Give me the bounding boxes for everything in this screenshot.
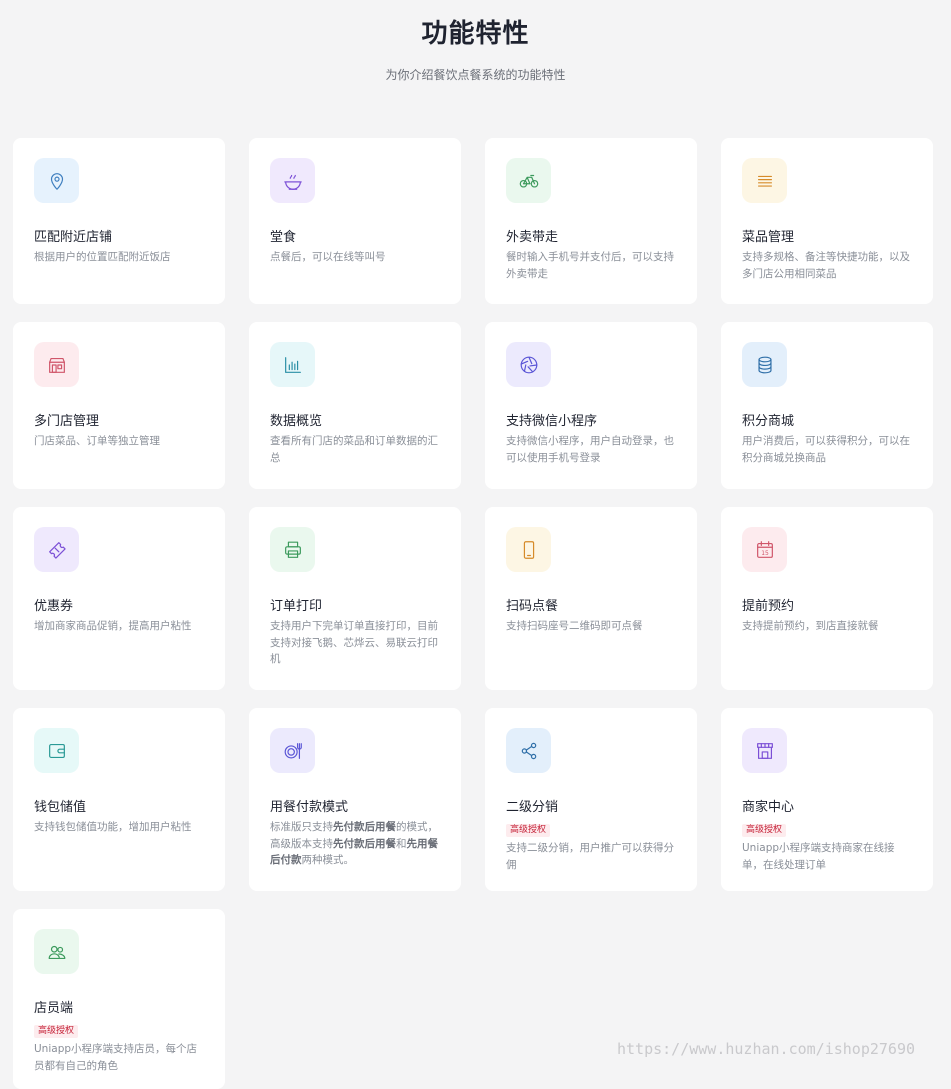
feature-desc: 支持扫码座号二维码即可点餐 [506,620,643,632]
feature-card-staff-app[interactable]: 店员端 高级授权 Uniapp小程序端支持店员，每个店员都有自己的角色 [13,909,225,1089]
feature-title: 订单打印 [270,599,323,614]
aperture-icon [506,342,551,387]
feature-card-coupon[interactable]: 优惠券 增加商家商品促销，提高用户粘性 [13,507,225,690]
feature-title: 堂食 [270,230,297,245]
storefront-icon [34,342,79,387]
feature-title: 二级分销 [506,800,559,815]
shop-icon [742,728,787,773]
desc-text: 两种模式。 [301,854,355,866]
feature-title: 用餐付款模式 [270,800,349,815]
feature-card-takeaway[interactable]: 外卖带走 餐时输入手机号并支付后，可以支持外卖带走 [485,138,697,304]
feature-title: 积分商城 [742,414,795,429]
feature-card-merchant-center[interactable]: 商家中心 高级授权 Uniapp小程序端支持商家在线接单，在线处理订单 [721,708,933,891]
dining-icon [270,728,315,773]
feature-card-dish-management[interactable]: 菜品管理 支持多规格、备注等快捷功能，以及多门店公用相同菜品 [721,138,933,304]
bar-chart-icon [270,342,315,387]
feature-title: 提前预约 [742,599,795,614]
feature-desc: 支持二级分销，用户推广可以获得分佣 [506,842,674,871]
page-subtitle: 为你介绍餐饮点餐系统的功能特性 [385,68,566,82]
food-bowl-icon [270,158,315,203]
feature-title: 店员端 [34,1001,74,1016]
feature-title: 菜品管理 [742,230,795,245]
feature-card-dine-in[interactable]: 堂食 点餐后，可以在线等叫号 [249,138,461,304]
printer-icon [270,527,315,572]
ticket-icon [34,527,79,572]
desc-highlight: 先付款后用餐 [333,837,396,850]
feature-card-scan-order[interactable]: 扫码点餐 支持扫码座号二维码即可点餐 [485,507,697,690]
feature-desc: 标准版只支持先付款后用餐的模式，高级版本支持先付款后用餐和先用餐后付款两种模式。 [270,819,441,869]
feature-desc: 点餐后，可以在线等叫号 [270,251,386,263]
watermark: https://www.huzhan.com/ishop27690 [616,1040,915,1058]
feature-title: 外卖带走 [506,230,559,245]
feature-card-data-overview[interactable]: 数据概览 查看所有门店的菜品和订单数据的汇总 [249,322,461,489]
feature-desc: 支持提前预约，到店直接就餐 [742,620,879,632]
premium-badge: 高级授权 [34,1025,79,1038]
share-icon [506,728,551,773]
feature-card-reservation[interactable]: 15 提前预约 支持提前预约，到店直接就餐 [721,507,933,690]
feature-title: 匹配附近店铺 [34,230,113,245]
bicycle-icon [506,158,551,203]
feature-desc: 支持用户下完单订单直接打印，目前支持对接飞鹅、芯烨云、易联云打印机 [270,620,438,665]
feature-title: 支持微信小程序 [506,414,598,429]
feature-desc: 门店菜品、订单等独立管理 [34,435,160,447]
feature-desc: 支持多规格、备注等快捷功能，以及多门店公用相同菜品 [742,251,910,280]
feature-card-distribution[interactable]: 二级分销 高级授权 支持二级分销，用户推广可以获得分佣 [485,708,697,891]
desc-highlight: 先付款后用餐 [333,821,396,833]
feature-desc: 增加商家商品促销，提高用户粘性 [34,620,192,632]
feature-title: 钱包储值 [34,800,87,815]
feature-title: 优惠券 [34,599,74,614]
svg-text:15: 15 [761,550,769,557]
feature-card-wechat-miniprogram[interactable]: 支持微信小程序 支持微信小程序，用户自动登录，也可以使用手机号登录 [485,322,697,489]
feature-card-payment-mode[interactable]: 用餐付款模式 标准版只支持先付款后用餐的模式，高级版本支持先付款后用餐和先用餐后… [249,708,461,891]
page-title: 功能特性 [421,19,530,49]
feature-title: 多门店管理 [34,414,100,429]
database-icon [742,342,787,387]
feature-card-multi-store[interactable]: 多门店管理 门店菜品、订单等独立管理 [13,322,225,489]
desc-text: 标准版只支持 [270,821,333,833]
feature-desc: 用户消费后，可以获得积分，可以在积分商城兑换商品 [742,435,910,464]
calendar-icon: 15 [742,527,787,572]
feature-card-nearby-store[interactable]: 匹配附近店铺 根据用户的位置匹配附近饭店 [13,138,225,304]
feature-desc: 餐时输入手机号并支付后，可以支持外卖带走 [506,251,674,280]
feature-desc: Uniapp小程序端支持店员，每个店员都有自己的角色 [34,1043,198,1072]
feature-card-points-mall[interactable]: 积分商城 用户消费后，可以获得积分，可以在积分商城兑换商品 [721,322,933,489]
premium-badge: 高级授权 [506,824,551,837]
feature-title: 数据概览 [270,414,323,429]
feature-desc: Uniapp小程序端支持商家在线接单，在线处理订单 [742,842,895,871]
feature-desc: 查看所有门店的菜品和订单数据的汇总 [270,435,438,464]
location-pin-icon [34,158,79,203]
page-header: 功能特性 为你介绍餐饮点餐系统的功能特性 [0,0,951,84]
feature-grid: 匹配附近店铺 根据用户的位置匹配附近饭店 堂食 点餐后，可以在线等叫号 外卖带走… [13,138,933,1089]
phone-icon [506,527,551,572]
wallet-icon [34,728,79,773]
feature-title: 商家中心 [742,800,795,815]
layers-icon [742,158,787,203]
feature-card-wallet[interactable]: 钱包储值 支持钱包储值功能，增加用户粘性 [13,708,225,891]
feature-desc: 支持钱包储值功能，增加用户粘性 [34,821,192,833]
desc-text: 和 [396,837,407,850]
premium-badge: 高级授权 [742,824,787,837]
feature-desc: 支持微信小程序，用户自动登录，也可以使用手机号登录 [506,435,674,464]
feature-title: 扫码点餐 [506,599,559,614]
feature-desc: 根据用户的位置匹配附近饭店 [34,251,171,263]
feature-card-order-print[interactable]: 订单打印 支持用户下完单订单直接打印，目前支持对接飞鹅、芯烨云、易联云打印机 [249,507,461,690]
users-icon [34,929,79,974]
